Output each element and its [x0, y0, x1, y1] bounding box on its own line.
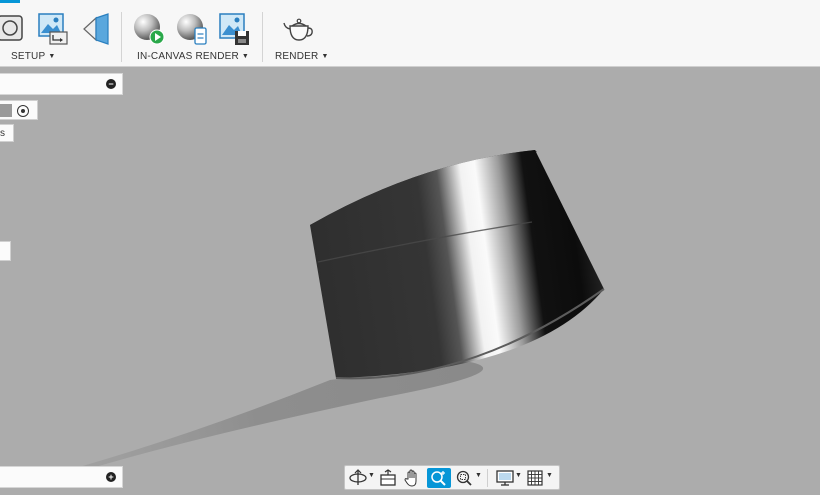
- in-canvas-render-settings-icon: [177, 14, 207, 45]
- scene-settings-icon: [0, 15, 23, 41]
- comments-panel-header[interactable]: +: [0, 466, 123, 488]
- canvas-viewport[interactable]: [0, 67, 820, 495]
- setup-group-label: SETUP: [11, 51, 46, 62]
- in-canvas-render-button[interactable]: [132, 12, 166, 46]
- collapse-panel-icon[interactable]: −: [106, 79, 116, 89]
- decal-icon: [83, 13, 109, 45]
- capture-image-icon: [219, 13, 249, 45]
- chevron-down-icon: ▼: [241, 53, 250, 60]
- expand-panel-icon[interactable]: +: [106, 472, 116, 482]
- browser-collapsed-tab[interactable]: [0, 241, 11, 261]
- browser-visibility-row: [0, 100, 38, 120]
- in-canvas-render-group-menu[interactable]: IN-CANVAS RENDER ▼: [137, 51, 249, 62]
- browser-node-row[interactable]: s: [0, 124, 14, 142]
- in-canvas-render-settings-button[interactable]: [175, 12, 209, 46]
- orbit-button[interactable]: [348, 468, 368, 488]
- display-settings-button[interactable]: [494, 468, 516, 488]
- render-toolbar: SETUP ▼ IN-CANVAS RENDER ▼ RENDER ▼: [0, 0, 820, 67]
- render-teapot-icon: [283, 18, 313, 41]
- zoom-icon: [431, 471, 446, 486]
- chevron-down-icon: ▼: [321, 53, 329, 60]
- active-tab-indicator: [0, 0, 20, 3]
- display-options-caret[interactable]: ▼: [515, 472, 522, 479]
- browser-panel-header[interactable]: −: [0, 73, 123, 95]
- render-button[interactable]: [282, 12, 316, 46]
- render-group-menu[interactable]: RENDER ▼: [275, 51, 329, 62]
- rendered-model-scene: [40, 150, 605, 478]
- scene-settings-button[interactable]: [0, 12, 26, 46]
- environment-library-button[interactable]: [36, 12, 70, 46]
- browser-node-label: s: [0, 128, 5, 139]
- chevron-down-icon: ▼: [48, 53, 56, 60]
- fit-button[interactable]: [454, 468, 474, 488]
- orbit-options-caret[interactable]: ▼: [368, 472, 375, 479]
- display-settings-icon: [496, 470, 514, 486]
- grid-button[interactable]: [525, 468, 545, 488]
- pan-icon: [404, 469, 417, 487]
- render-group-label: RENDER: [275, 51, 319, 62]
- group-divider: [121, 12, 122, 62]
- capture-image-button[interactable]: [217, 12, 251, 46]
- pan-button[interactable]: [402, 468, 422, 488]
- fit-icon: [456, 470, 472, 486]
- orbit-icon: [349, 469, 367, 485]
- environment-image-icon: [38, 13, 68, 45]
- zoom-button[interactable]: [427, 468, 451, 488]
- zoom-options-caret[interactable]: ▼: [475, 472, 482, 479]
- model-body[interactable]: [310, 150, 604, 378]
- visibility-swatch[interactable]: [0, 104, 12, 117]
- look-at-button[interactable]: [378, 468, 398, 488]
- look-at-icon: [380, 469, 396, 486]
- radio-selected-icon[interactable]: [17, 105, 29, 117]
- grid-icon: [527, 470, 543, 486]
- navigation-bar: ▼ ▼ ▼ ▼: [344, 465, 560, 490]
- navbar-divider: [487, 469, 488, 487]
- group-divider: [262, 12, 263, 62]
- decal-button[interactable]: [80, 12, 114, 46]
- model-shadow: [40, 362, 484, 478]
- setup-group-menu[interactable]: SETUP ▼: [11, 51, 55, 62]
- in-canvas-render-start-icon: [134, 14, 165, 45]
- grid-options-caret[interactable]: ▼: [546, 472, 553, 479]
- in-canvas-render-group-label: IN-CANVAS RENDER: [137, 51, 239, 62]
